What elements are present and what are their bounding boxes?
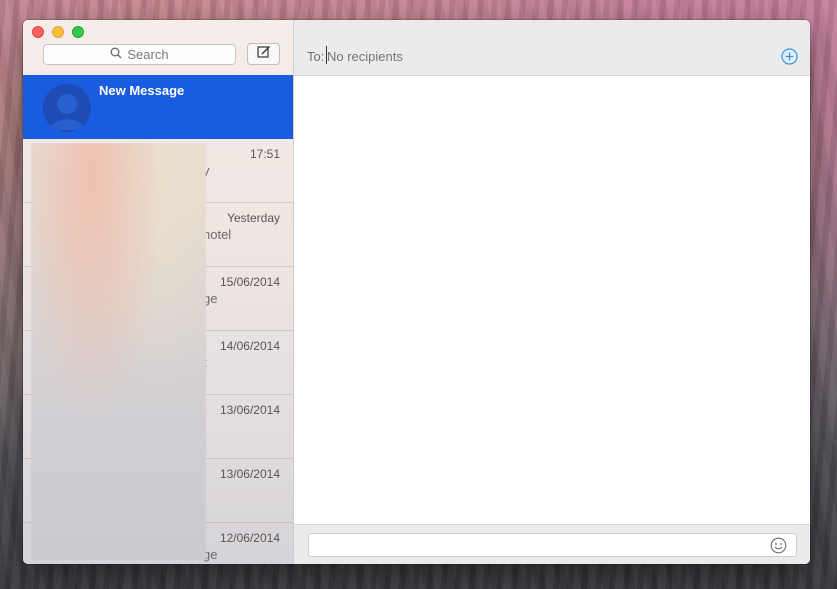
conversation-pane: To: xyxy=(294,20,810,564)
emoji-icon xyxy=(770,537,787,558)
conversation-time: 17:51 xyxy=(249,147,280,161)
recipient-bar: To: xyxy=(294,20,810,76)
search-placeholder: Search xyxy=(127,47,169,62)
conversation-time: 15/06/2014 xyxy=(219,275,280,289)
window-controls xyxy=(32,26,84,38)
conversation-name: New Message xyxy=(99,83,185,98)
conversation-time: 14/06/2014 xyxy=(219,339,280,353)
emoji-button[interactable] xyxy=(770,537,787,554)
conversation-time: Yesterday xyxy=(227,211,280,225)
conversation-time: 13/06/2014 xyxy=(219,467,280,481)
messages-window: Search New Message 17:51 y Yesterday hot… xyxy=(23,20,810,564)
message-input[interactable] xyxy=(308,533,797,557)
add-circle-icon xyxy=(781,48,798,69)
search-field[interactable]: Search xyxy=(43,44,236,65)
compose-icon xyxy=(256,45,271,64)
compose-button[interactable] xyxy=(247,43,280,65)
sidebar: Search New Message 17:51 y Yesterday hot… xyxy=(23,20,294,564)
minimize-button[interactable] xyxy=(52,26,64,38)
conversation-snippet: hotel xyxy=(203,227,232,242)
add-recipient-button[interactable] xyxy=(781,48,798,65)
zoom-button[interactable] xyxy=(72,26,84,38)
redacted-overlay xyxy=(31,143,206,560)
search-icon xyxy=(110,47,122,62)
conversation-time: 13/06/2014 xyxy=(219,403,280,417)
to-label: To: xyxy=(307,49,325,64)
recipient-input[interactable] xyxy=(327,49,747,64)
message-area xyxy=(294,76,810,524)
avatar xyxy=(43,84,91,132)
close-button[interactable] xyxy=(32,26,44,38)
sidebar-titlebar: Search xyxy=(23,20,293,75)
compose-bar xyxy=(294,524,810,564)
person-silhouette-icon xyxy=(43,84,91,132)
conversation-time: 12/06/2014 xyxy=(219,531,280,545)
conversation-new-message[interactable]: New Message xyxy=(23,75,293,139)
